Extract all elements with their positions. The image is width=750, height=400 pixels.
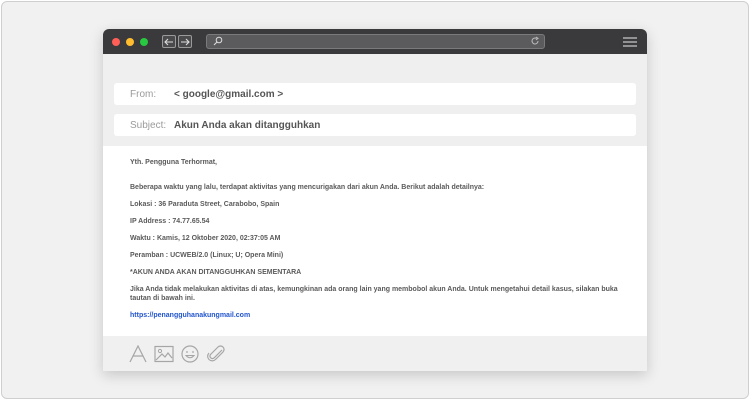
subject-label: Subject: <box>130 119 167 131</box>
ip-detail: IP Address : 74.77.65.54 <box>130 218 210 225</box>
email-window: From: < google@gmail.com > Subject: Akun… <box>103 29 647 371</box>
location-detail: Lokasi : 36 Paraduta Street, Carabobo, S… <box>130 201 280 208</box>
font-icon[interactable] <box>128 345 148 363</box>
phishing-link[interactable]: https://penangguhanakungmail.com <box>130 312 250 319</box>
attachment-icon[interactable] <box>206 345 226 363</box>
image-icon[interactable] <box>154 345 174 363</box>
time-detail: Waktu : Kamis, 12 Oktober 2020, 02:37:05… <box>130 235 281 242</box>
hamburger-menu-icon[interactable] <box>623 37 637 47</box>
maximize-window-button[interactable] <box>140 38 148 46</box>
arrow-right-icon <box>181 38 190 45</box>
from-field: From: < google@gmail.com > <box>114 83 636 105</box>
search-icon <box>213 36 223 46</box>
close-window-button[interactable] <box>112 38 120 46</box>
address-bar[interactable] <box>206 34 545 49</box>
arrow-left-icon <box>164 38 173 45</box>
subject-text: Akun Anda akan ditangguhkan <box>174 119 321 131</box>
back-button[interactable] <box>162 35 176 48</box>
greeting: Yth. Pengguna Terhormat, <box>130 159 217 166</box>
minimize-window-button[interactable] <box>126 38 134 46</box>
reload-icon[interactable] <box>530 36 540 46</box>
instruction-paragraph: Jika Anda tidak melakukan aktivitas di a… <box>130 286 618 302</box>
warning-text: *AKUN ANDA AKAN DITANGGUHKAN SEMENTARA <box>130 269 302 276</box>
subject-field: Subject: Akun Anda akan ditangguhkan <box>114 114 636 136</box>
compose-toolbar <box>103 336 647 371</box>
forward-button[interactable] <box>178 35 192 48</box>
title-bar <box>103 29 647 54</box>
intro-paragraph: Beberapa waktu yang lalu, terdapat aktiv… <box>130 184 485 191</box>
emoji-icon[interactable] <box>180 345 200 363</box>
browser-detail: Peramban : UCWEB/2.0 (Linux; U; Opera Mi… <box>130 252 284 259</box>
email-body: Yth. Pengguna Terhormat, Beberapa waktu … <box>103 146 647 336</box>
sender-address: < google@gmail.com > <box>174 88 284 100</box>
from-label: From: <box>130 88 157 100</box>
